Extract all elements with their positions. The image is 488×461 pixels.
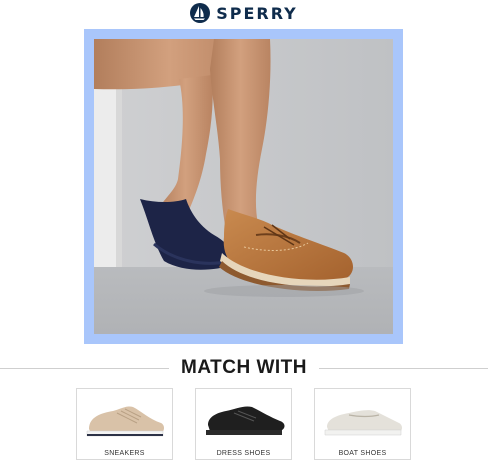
- category-card-sneakers[interactable]: SNEAKERS: [76, 388, 173, 460]
- sneaker-icon: [86, 406, 164, 437]
- category-cards: SNEAKERS DRESS SHOES BOAT SHOES: [0, 388, 488, 460]
- category-label: BOAT SHOES: [338, 450, 387, 457]
- hero-image: [94, 39, 393, 334]
- dress-shoe-icon: [206, 406, 285, 435]
- sailboat-icon[interactable]: [190, 3, 211, 23]
- divider-line-right: [319, 367, 488, 369]
- category-label: DRESS SHOES: [216, 450, 271, 457]
- category-card-boat-shoes[interactable]: BOAT SHOES: [314, 388, 411, 460]
- section-title: MATCH WITH: [181, 357, 308, 378]
- boat-shoe-icon: [324, 410, 402, 436]
- match-with-divider: MATCH WITH: [0, 354, 488, 382]
- hero-frame: [84, 29, 403, 344]
- site-header: SPERRY: [0, 0, 488, 26]
- category-card-dress-shoes[interactable]: DRESS SHOES: [195, 388, 292, 460]
- divider-line-left: [0, 367, 169, 369]
- category-label: SNEAKERS: [104, 450, 145, 457]
- brand-name[interactable]: SPERRY: [216, 4, 298, 23]
